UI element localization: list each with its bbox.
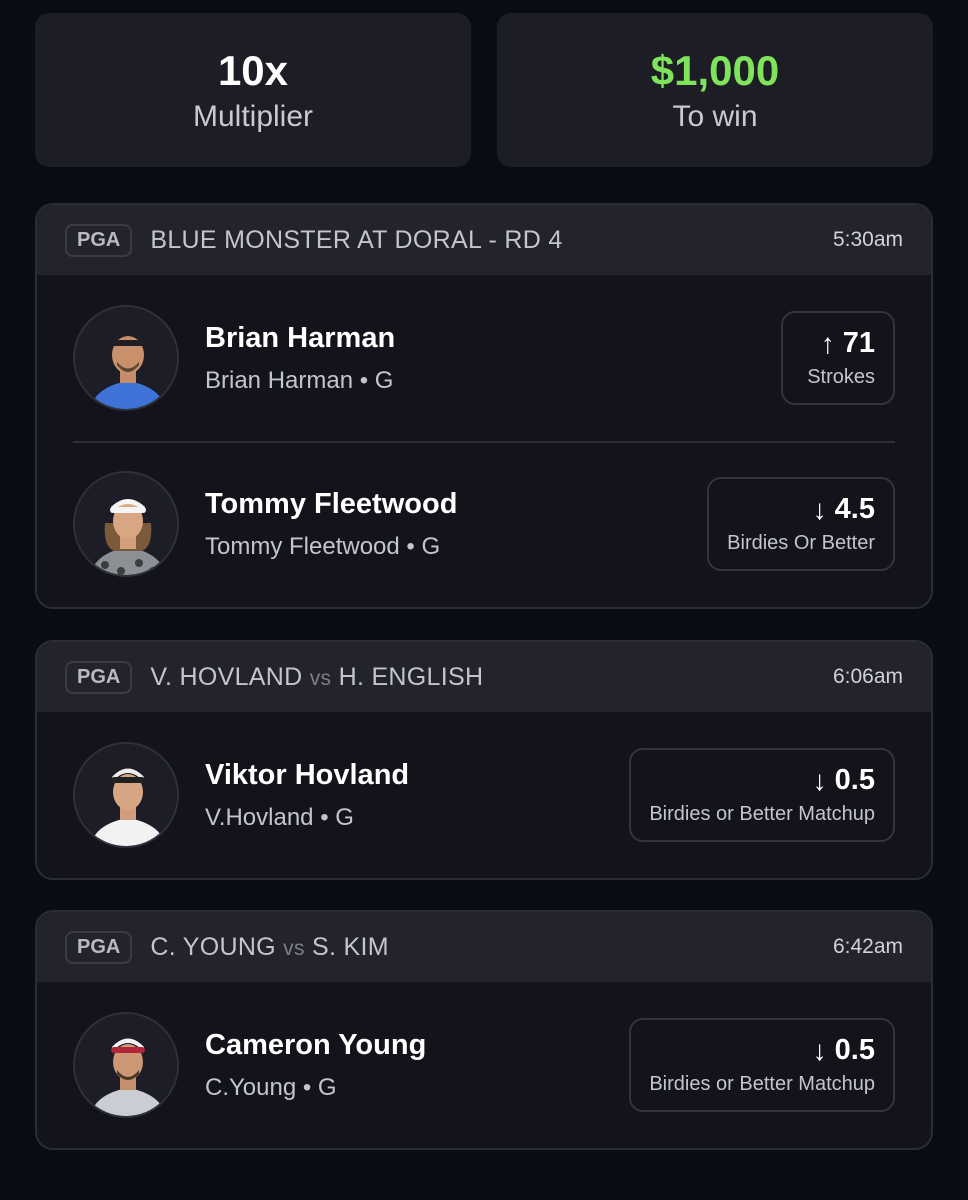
pick-row[interactable]: Viktor Hovland V.Hovland • G ↓ 0.5 Birdi… <box>37 712 931 878</box>
card-header: PGA BLUE MONSTER AT DORAL - RD 4 5:30am <box>37 205 931 275</box>
player-subtitle: V.Hovland • G <box>205 803 354 831</box>
payout-label: To win <box>672 100 758 133</box>
arrow-down-icon: ↓ <box>812 1034 827 1066</box>
league-badge: PGA <box>65 660 133 694</box>
event-time: 6:06am <box>832 665 903 688</box>
event-player-a: C. YOUNG <box>150 932 276 961</box>
arrow-down-icon: ↓ <box>812 493 827 525</box>
card-header: PGA V. HOVLAND vs H. ENGLISH 6:06am <box>37 642 931 712</box>
pick-row[interactable]: Brian Harman Brian Harman • G ↑ 71 Strok… <box>37 275 931 441</box>
player-subtitle: Tommy Fleetwood • G <box>205 532 441 560</box>
line-value: 0.5 <box>834 1034 875 1066</box>
pick-line-button[interactable]: ↓ 0.5 Birdies or Better Matchup <box>629 748 895 842</box>
stat-type: Birdies or Better Matchup <box>649 1073 875 1095</box>
pick-card-young-kim: PGA C. YOUNG vs S. KIM 6:42am Cameron Yo… <box>35 910 933 1150</box>
event-player-a: V. HOVLAND <box>150 662 303 691</box>
player-name: Tommy Fleetwood <box>205 487 458 520</box>
event-time: 6:42am <box>832 935 903 958</box>
event-vs: vs <box>283 936 305 960</box>
player-subtitle: C.Young • G <box>205 1073 337 1101</box>
event-time: 5:30am <box>832 228 903 251</box>
event-vs: vs <box>309 666 332 690</box>
league-badge: PGA <box>65 930 133 964</box>
arrow-up-icon: ↑ <box>820 327 835 359</box>
multiplier-value: 10x <box>217 47 289 94</box>
player-avatar <box>73 471 179 577</box>
player-name: Viktor Hovland <box>205 758 410 791</box>
pick-row[interactable]: Tommy Fleetwood Tommy Fleetwood • G ↓ 4.… <box>37 441 931 607</box>
player-avatar <box>73 305 179 411</box>
player-avatar <box>73 742 179 848</box>
stat-type: Birdies Or Better <box>727 532 875 554</box>
multiplier-tile: 10x Multiplier <box>35 13 471 167</box>
pick-line-button[interactable]: ↑ 71 Strokes <box>781 311 895 405</box>
player-name: Cameron Young <box>205 1028 427 1061</box>
event-title: BLUE MONSTER AT DORAL - RD 4 <box>150 225 563 254</box>
pick-row[interactable]: Cameron Young C.Young • G ↓ 0.5 Birdies … <box>37 982 931 1148</box>
arrow-down-icon: ↓ <box>812 764 827 796</box>
line-value: 71 <box>842 327 875 359</box>
event-player-b: S. KIM <box>312 932 389 961</box>
player-avatar <box>73 1012 179 1118</box>
card-header: PGA C. YOUNG vs S. KIM 6:42am <box>37 912 931 982</box>
event-player-b: H. ENGLISH <box>338 662 484 691</box>
payout-value: $1,000 <box>650 47 780 94</box>
league-badge: PGA <box>65 223 133 257</box>
payout-tile: $1,000 To win <box>497 13 933 167</box>
event-title: C. YOUNG vs S. KIM <box>150 933 833 962</box>
pick-card-doral: PGA BLUE MONSTER AT DORAL - RD 4 5:30am … <box>35 203 933 609</box>
player-name: Brian Harman <box>205 321 396 354</box>
stat-type: Birdies or Better Matchup <box>649 803 875 825</box>
stat-type: Strokes <box>807 366 875 388</box>
player-subtitle: Brian Harman • G <box>205 366 394 394</box>
pick-line-button[interactable]: ↓ 0.5 Birdies or Better Matchup <box>629 1018 895 1112</box>
multiplier-label: Multiplier <box>192 100 314 133</box>
event-title: V. HOVLAND vs H. ENGLISH <box>150 663 833 692</box>
line-value: 0.5 <box>834 764 875 796</box>
pick-line-button[interactable]: ↓ 4.5 Birdies Or Better <box>707 477 895 571</box>
pick-card-hovland-english: PGA V. HOVLAND vs H. ENGLISH 6:06am Vikt… <box>35 640 933 880</box>
line-value: 4.5 <box>834 493 875 525</box>
